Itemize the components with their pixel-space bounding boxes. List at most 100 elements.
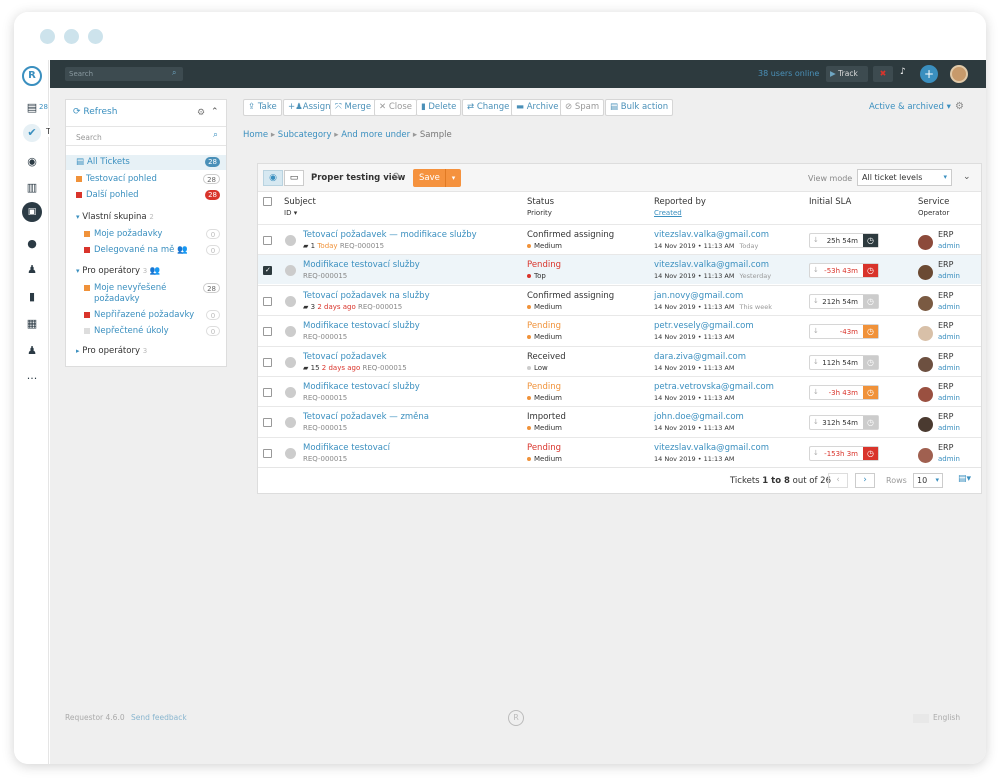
ticket-subject[interactable]: Tetovací požadavek — modifikace služby	[303, 230, 477, 240]
operator-name[interactable]: admin	[938, 242, 960, 250]
ticket-subject[interactable]: Tetovací požadavek — změna	[303, 412, 429, 422]
breadcrumb-item[interactable]: Subcategory	[278, 130, 332, 140]
sidebar-item-testovaci-pohled[interactable]: Testovací pohled 28	[66, 172, 226, 186]
rows-select[interactable]: 10 ▾	[913, 473, 943, 488]
spam-button[interactable]: ⊘ Spam	[560, 99, 605, 116]
ticket-subject[interactable]: Modifikace testovací služby	[303, 260, 420, 270]
operator-name[interactable]: admin	[938, 333, 960, 341]
operator-name[interactable]: admin	[938, 364, 960, 372]
sidebar-item-neprirazene[interactable]: Nepřiřazené požadavky 0	[66, 308, 226, 322]
bulk-action-button[interactable]: ▤ Bulk action	[605, 99, 674, 116]
save-button[interactable]: Save ▾	[413, 169, 461, 187]
sidebar-item-moje-pozadavky[interactable]: Moje požadavky 0	[66, 227, 226, 241]
prev-page-button[interactable]: ‹	[828, 473, 848, 488]
inbox-icon[interactable]: ▣	[22, 202, 42, 222]
archive-button[interactable]: ▬ Archive	[511, 99, 564, 116]
row-checkbox[interactable]	[263, 236, 272, 245]
ticket-subject[interactable]: Tetovací požadavek na služby	[303, 291, 430, 301]
row-checkbox[interactable]	[263, 357, 272, 367]
gear-icon[interactable]: ⚙	[197, 108, 205, 118]
table-row[interactable]: Tetovací požadavek — změna REQ-000015 Impo…	[258, 406, 981, 436]
chevron-down-icon[interactable]: ⌄	[963, 172, 971, 182]
operator-name[interactable]: admin	[938, 455, 960, 463]
column-header-service[interactable]: Service	[918, 197, 949, 207]
view-mode-select[interactable]: All ticket levels ▾	[857, 169, 952, 186]
window-control-dot[interactable]	[40, 29, 55, 44]
sidebar-group-pro-operatory-collapsed[interactable]: ▸ Pro operátory 3	[76, 346, 147, 356]
reporter-email[interactable]: petr.vesely@gmail.com	[654, 321, 754, 331]
sidebar-item-dalsi-pohled[interactable]: Další pohled 28	[66, 188, 226, 202]
reporter-email[interactable]: dara.ziva@gmail.com	[654, 352, 746, 362]
table-row[interactable]: Tetovací požadavek na služby ▰ 3 2 days a…	[258, 284, 981, 315]
operator-name[interactable]: admin	[938, 303, 960, 311]
sidebar-group-vlastni[interactable]: ▾ Vlastní skupina 2	[76, 212, 154, 222]
ticket-subject[interactable]: Modifikace testovací	[303, 443, 390, 453]
operator-name[interactable]: admin	[938, 394, 960, 402]
add-icon[interactable]: +	[920, 65, 938, 83]
reporter-email[interactable]: jan.novy@gmail.com	[654, 291, 743, 301]
eye-icon[interactable]: ◉	[263, 170, 283, 186]
breadcrumb-item[interactable]: And more under	[341, 130, 410, 140]
chevron-up-icon[interactable]: ⌃	[211, 107, 219, 117]
window-control-dot[interactable]	[88, 29, 103, 44]
column-header-status[interactable]: Status	[527, 197, 554, 207]
user-avatar[interactable]	[950, 65, 968, 83]
bell-icon[interactable]: ♪	[900, 67, 906, 77]
table-row[interactable]: Modifikace testovací služby REQ-000015 Pen…	[258, 315, 981, 345]
window-control-dot[interactable]	[64, 29, 79, 44]
operator-name[interactable]: admin	[938, 424, 960, 432]
document-icon[interactable]: ▮	[24, 289, 40, 305]
close-button[interactable]: ✕ Close	[374, 99, 417, 116]
column-header-priority[interactable]: Priority	[527, 209, 552, 217]
table-row[interactable]: Tetovací požadavek ▰ 15 2 days ago REQ-00…	[258, 345, 981, 376]
assign-button[interactable]: +♟Assign	[283, 99, 336, 116]
user-settings-icon[interactable]: ♟	[24, 343, 40, 359]
chat-icon[interactable]: ●	[24, 236, 40, 252]
row-checkbox[interactable]	[263, 327, 272, 337]
track-button[interactable]: ▶ Track	[826, 66, 868, 82]
reporter-email[interactable]: petra.vetrovska@gmail.com	[654, 382, 774, 392]
tasks-icon[interactable]: ✔	[23, 124, 41, 142]
tickets-icon[interactable]: ▤	[24, 100, 40, 116]
ticket-subject[interactable]: Tetovací požadavek	[303, 352, 387, 362]
table-row[interactable]: ✓ Modifikace testovací služby REQ-000015 Pe…	[258, 254, 981, 285]
table-row[interactable]: Tetovací požadavek — modifikace služby ▰ …	[258, 224, 981, 254]
gear-icon[interactable]: ⚙	[392, 172, 400, 182]
monitor-icon[interactable]: ▭	[284, 170, 304, 186]
sidebar-group-pro-operatory[interactable]: ▾ Pro operátory 3 👥	[76, 266, 160, 276]
more-icon[interactable]: ...	[24, 368, 40, 384]
row-checkbox[interactable]	[263, 388, 272, 397]
calendar-icon[interactable]: ▦	[24, 316, 40, 332]
refresh-button[interactable]: ⟳ Refresh	[73, 107, 117, 117]
column-header-operator[interactable]: Operator	[918, 209, 949, 217]
next-page-button[interactable]: ›	[855, 473, 875, 488]
reporter-email[interactable]: vitezslav.valka@gmail.com	[654, 443, 769, 453]
gear-icon[interactable]: ⚙	[955, 101, 964, 112]
reporter-email[interactable]: john.doe@gmail.com	[654, 412, 744, 422]
select-all-checkbox[interactable]	[263, 197, 272, 206]
reporter-email[interactable]: vitezslav.valka@gmail.com	[654, 260, 769, 270]
row-checkbox[interactable]	[263, 296, 272, 306]
change-button[interactable]: ⇄ Change	[462, 99, 515, 116]
breadcrumb-item[interactable]: Home	[243, 130, 268, 140]
app-logo[interactable]: R	[22, 66, 42, 86]
user-icon[interactable]: ♟	[24, 262, 40, 278]
ticket-subject[interactable]: Modifikace testovací služby	[303, 321, 420, 331]
global-search-input[interactable]: Search	[65, 67, 183, 81]
sidebar-item-delegovane[interactable]: Delegované na mě 👥 0	[66, 243, 226, 257]
row-checkbox[interactable]	[263, 448, 272, 458]
chart-icon[interactable]: ▥	[24, 180, 40, 196]
reporter-email[interactable]: vitezslav.valka@gmail.com	[654, 230, 769, 240]
column-header-created[interactable]: Created	[654, 209, 682, 217]
search-icon[interactable]: ⌕	[172, 68, 176, 78]
send-feedback-link[interactable]: Send feedback	[131, 713, 187, 722]
row-checkbox[interactable]	[263, 418, 272, 428]
merge-button[interactable]: ⤧ Merge	[330, 99, 377, 116]
row-checkbox[interactable]: ✓	[263, 266, 272, 276]
table-row[interactable]: Modifikace testovací služby REQ-000015 Pen…	[258, 376, 981, 406]
export-icon[interactable]: ▤▾	[958, 474, 971, 484]
filter-dropdown[interactable]: Active & archived ▾	[869, 102, 951, 112]
table-row[interactable]: Modifikace testovací REQ-000015 Pending Med…	[258, 436, 981, 467]
take-button[interactable]: ⇪ Take	[243, 99, 282, 116]
delete-button[interactable]: ▮ Delete	[416, 99, 462, 116]
